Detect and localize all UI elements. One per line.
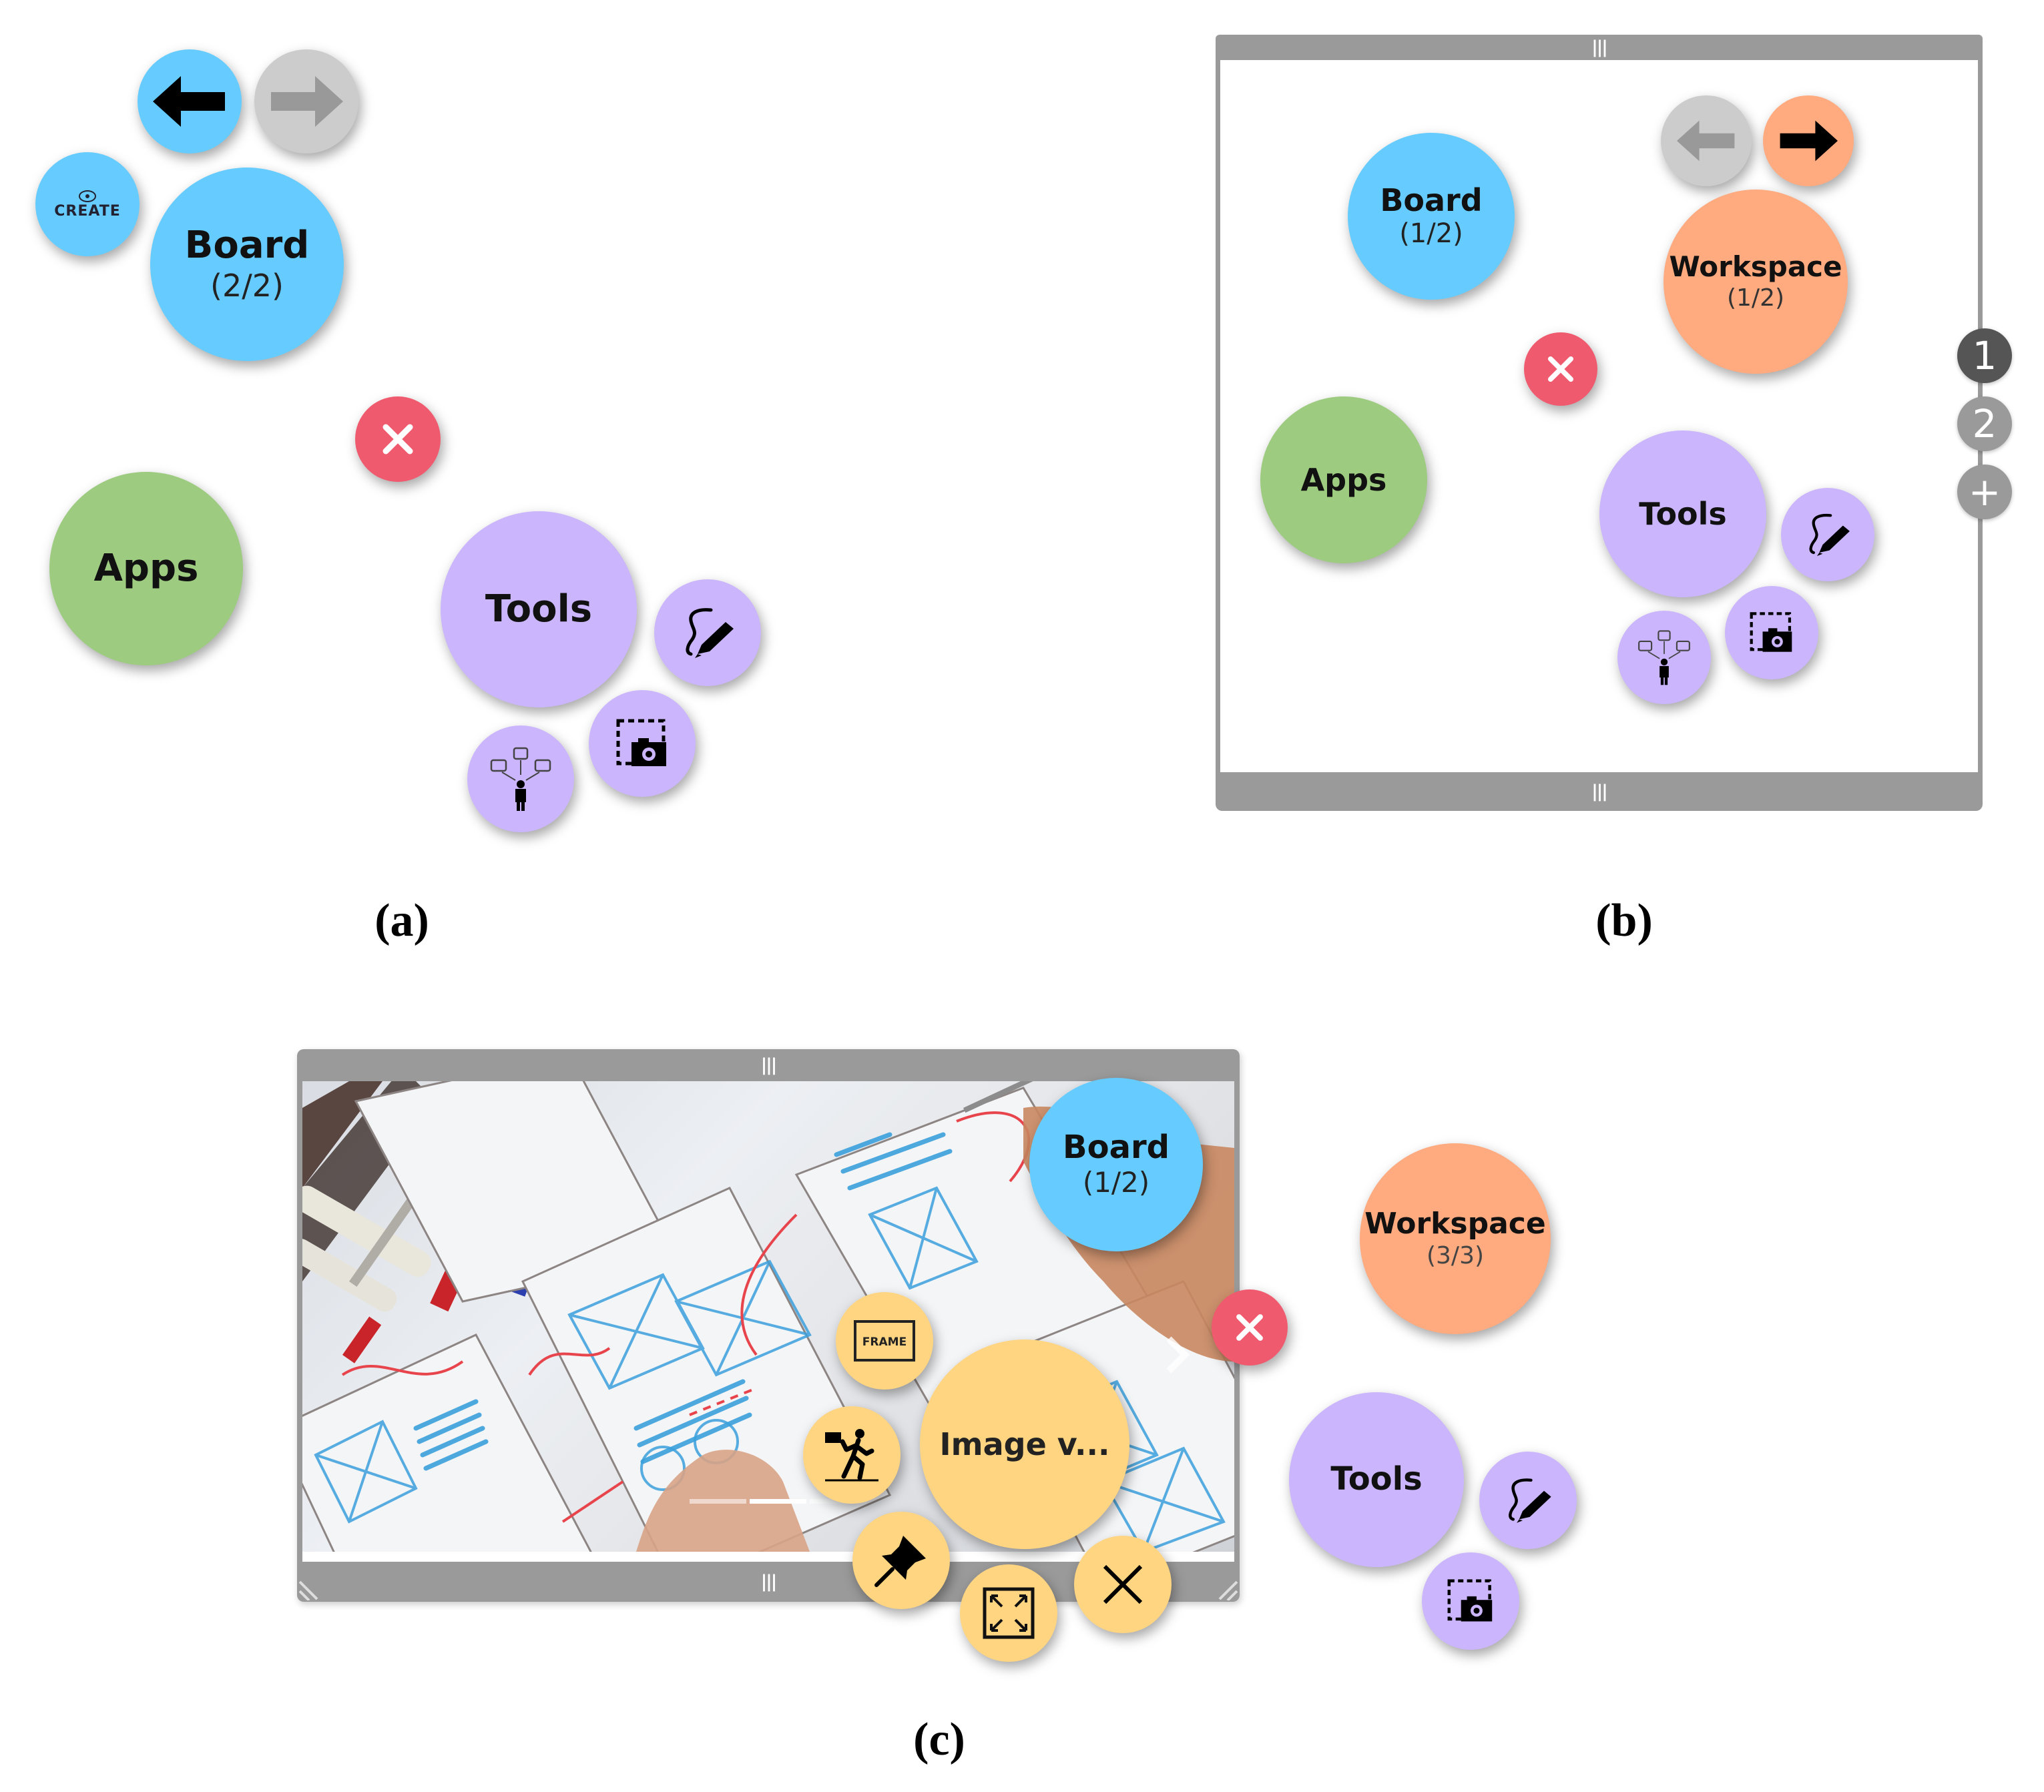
board-button[interactable]: Board (1/2) — [1029, 1078, 1203, 1251]
board-title: Board — [1063, 1129, 1170, 1167]
page-2-button[interactable]: 2 — [1957, 396, 2012, 451]
person-ideas-icon — [1638, 630, 1690, 685]
image-viewer-title: Image v... — [939, 1426, 1110, 1462]
left-border — [297, 1081, 302, 1562]
resize-handle-right-icon[interactable] — [1214, 1575, 1238, 1600]
person-ideas-icon — [490, 747, 551, 811]
workspace-title: Workspace — [1669, 250, 1842, 284]
pin-icon — [874, 1536, 926, 1587]
close-menu-button[interactable] — [355, 396, 441, 482]
board-count: (2/2) — [210, 267, 284, 304]
apps-title: Apps — [1300, 461, 1387, 498]
workspace-count: (3/3) — [1426, 1241, 1485, 1269]
apps-button[interactable]: Apps — [1260, 396, 1427, 563]
workspace-button[interactable]: Workspace (1/2) — [1664, 190, 1848, 374]
tools-title: Tools — [1639, 495, 1727, 532]
grip-icon: ||| — [1591, 37, 1607, 57]
nav-forward-button[interactable] — [1763, 95, 1854, 186]
create-icon — [79, 190, 96, 202]
grip-icon: ||| — [760, 1055, 777, 1075]
tools-title: Tools — [1330, 1460, 1423, 1498]
board-count: (1/2) — [1082, 1166, 1150, 1199]
camera-selection-icon — [1447, 1579, 1493, 1622]
board-button[interactable]: Board (2/2) — [150, 168, 344, 361]
frame-label: FRAME — [862, 1335, 907, 1349]
screenshot-tool-button[interactable] — [1725, 586, 1818, 679]
slide-indicator-1[interactable] — [690, 1499, 746, 1504]
tools-button[interactable]: Tools — [1599, 430, 1766, 597]
nav-back-button[interactable] — [1661, 95, 1752, 186]
workspace-button[interactable]: Workspace (3/3) — [1360, 1143, 1551, 1334]
walk-out-icon — [825, 1429, 878, 1482]
add-page-button[interactable]: + — [1957, 465, 2012, 519]
apps-button[interactable]: Apps — [49, 472, 243, 665]
slide-indicator-2[interactable] — [750, 1499, 806, 1504]
page-1-button[interactable]: 1 — [1957, 328, 2012, 383]
brainstorm-tool-button[interactable] — [467, 725, 574, 832]
close-app-button[interactable] — [1074, 1536, 1172, 1633]
close-icon — [382, 424, 413, 455]
x-icon — [1103, 1564, 1143, 1604]
close-menu-button[interactable] — [1524, 332, 1597, 406]
bottom-drag-bar[interactable]: ||| — [1216, 772, 1983, 811]
pen-draw-tool-button[interactable] — [1479, 1452, 1577, 1549]
caption-a: (a) — [374, 895, 429, 946]
add-page-label: + — [1968, 469, 2001, 515]
pin-button[interactable] — [852, 1512, 950, 1609]
nav-forward-button[interactable] — [254, 49, 358, 154]
close-icon — [1547, 356, 1574, 382]
create-button[interactable]: CREATE — [35, 152, 140, 256]
screenshot-tool-button[interactable] — [589, 690, 696, 797]
screenshot-tool-button[interactable] — [1422, 1552, 1519, 1650]
frame-button[interactable]: FRAME — [836, 1292, 933, 1390]
caption-b: (b) — [1595, 895, 1653, 946]
arrow-left-icon — [1677, 120, 1735, 162]
page-2-label: 2 — [1972, 401, 1997, 446]
tools-button[interactable]: Tools — [441, 511, 637, 707]
pen-squiggle-icon — [1809, 513, 1850, 557]
board-button[interactable]: Board (1/2) — [1348, 133, 1515, 300]
page-1-label: 1 — [1972, 333, 1997, 378]
tools-title: Tools — [485, 587, 593, 631]
expand-icon — [983, 1587, 1035, 1639]
board-title: Board — [1380, 182, 1483, 218]
caption-c: (c) — [913, 1714, 965, 1765]
grip-icon: ||| — [760, 1572, 777, 1592]
resize-handle-left-icon[interactable] — [298, 1575, 322, 1600]
create-label: CREATE — [54, 202, 121, 220]
next-slide-chevron-icon[interactable] — [1164, 1335, 1190, 1375]
brainstorm-tool-button[interactable] — [1617, 611, 1711, 704]
top-drag-bar[interactable]: ||| — [297, 1049, 1240, 1081]
camera-selection-icon — [1750, 612, 1792, 652]
tools-button[interactable]: Tools — [1289, 1392, 1464, 1567]
grip-icon: ||| — [1591, 782, 1607, 802]
pen-draw-tool-button[interactable] — [654, 579, 761, 686]
frame-icon: FRAME — [854, 1320, 915, 1362]
pen-draw-tool-button[interactable] — [1781, 488, 1874, 581]
pen-squiggle-icon — [686, 608, 734, 658]
arrow-right-icon — [1780, 120, 1838, 162]
board-count: (1/2) — [1399, 218, 1463, 250]
image-viewer-title-button[interactable]: Image v... — [920, 1339, 1129, 1549]
arrow-left-icon — [153, 76, 225, 127]
top-drag-bar[interactable]: ||| — [1216, 35, 1983, 60]
arrow-right-icon — [271, 76, 343, 127]
fullscreen-button[interactable] — [960, 1564, 1057, 1662]
workspace-count: (1/2) — [1726, 284, 1785, 312]
pen-squiggle-icon — [1509, 1478, 1551, 1523]
nav-back-button[interactable] — [138, 49, 242, 154]
exit-move-button[interactable] — [803, 1406, 901, 1504]
camera-selection-icon — [616, 719, 666, 766]
close-menu-button[interactable] — [1212, 1289, 1288, 1366]
workspace-title: Workspace — [1364, 1207, 1546, 1241]
close-icon — [1236, 1314, 1263, 1341]
board-title: Board — [184, 224, 310, 268]
apps-title: Apps — [93, 546, 199, 590]
